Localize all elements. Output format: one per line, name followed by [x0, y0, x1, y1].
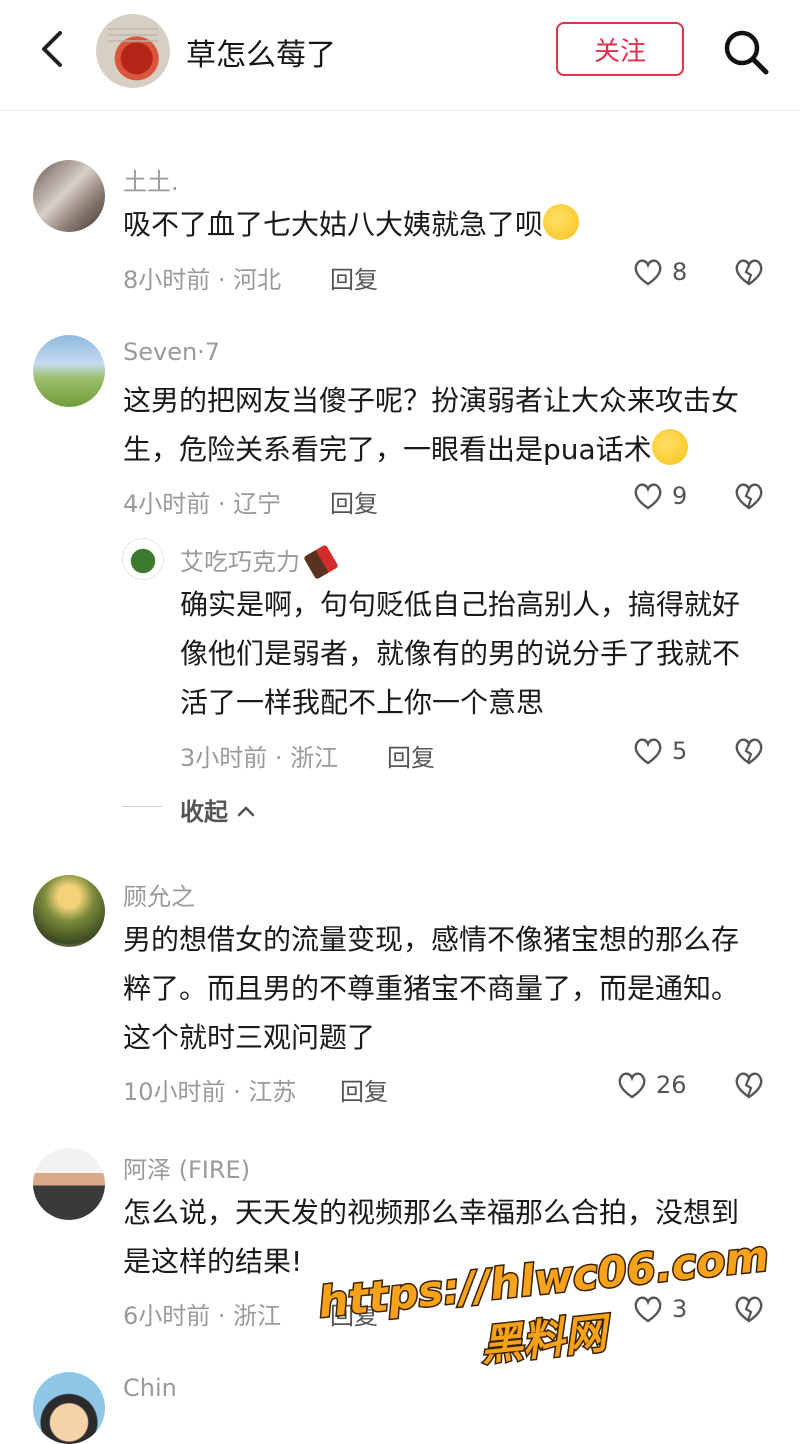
comment-username[interactable]: 阿泽 (FIRE)	[123, 1150, 250, 1185]
comment-username[interactable]: 顾允之	[123, 877, 195, 912]
comment-meta: 3小时前 · 浙江	[180, 744, 339, 772]
avatar[interactable]	[33, 160, 105, 232]
username-text: 艾吃巧克力	[180, 548, 300, 576]
author-name[interactable]: 草怎么莓了	[186, 30, 336, 74]
avatar[interactable]	[33, 875, 105, 947]
comment-text-content: 吸不了血了七大姑八大姨就急了呗	[123, 208, 544, 241]
author-avatar[interactable]	[96, 14, 170, 88]
comment-username[interactable]: 土土.	[123, 162, 179, 197]
like-button[interactable]: 9	[632, 480, 687, 512]
reply-button[interactable]: 回复	[330, 260, 378, 295]
broken-heart-icon	[735, 483, 763, 510]
dislike-button[interactable]	[733, 256, 765, 292]
search-icon	[724, 30, 769, 75]
comment-text: 确实是啊，句句贬低自己抬高别人，搞得就好像他们是弱者，就像有的男的说分手了我就不…	[180, 588, 741, 719]
avatar[interactable]	[33, 335, 105, 407]
collapse-replies-button[interactable]: 收起	[180, 792, 256, 827]
reply-button[interactable]: 回复	[387, 738, 435, 773]
search-button[interactable]	[720, 26, 772, 78]
broken-heart-icon	[735, 738, 763, 765]
dislike-button[interactable]	[733, 480, 765, 516]
broken-heart-icon	[735, 259, 763, 286]
heart-icon	[634, 483, 662, 510]
dislike-button[interactable]	[733, 1069, 765, 1105]
dislike-button[interactable]	[733, 735, 765, 771]
like-button[interactable]: 5	[632, 735, 687, 767]
comment-username[interactable]: Chin	[123, 1374, 177, 1402]
comment-meta: 6小时前 · 浙江	[123, 1302, 282, 1330]
comment-username[interactable]: 艾吃巧克力	[180, 542, 339, 580]
comment-text: 吸不了血了七大姑八大姨就急了呗	[123, 200, 763, 249]
heart-icon	[634, 738, 662, 765]
avatar[interactable]	[33, 1148, 105, 1220]
chocolate-emoji-icon	[302, 544, 339, 580]
comment-text-content: 这男的把网友当傻子呢？扮演弱者让大众来攻击女生，危险关系看完了，一眼看出是pua…	[123, 384, 740, 466]
like-count: 9	[672, 482, 688, 510]
back-button[interactable]	[30, 27, 74, 71]
comment-meta: 10小时前 · 江苏	[123, 1078, 297, 1106]
collapse-label: 收起	[180, 798, 228, 826]
grimacing-sweat-emoji-icon	[651, 429, 688, 465]
thinking-face-emoji-icon	[543, 204, 580, 240]
avatar[interactable]	[33, 1372, 105, 1444]
heart-icon	[634, 259, 662, 286]
comment-username[interactable]: Seven·7	[123, 338, 220, 366]
like-count: 26	[656, 1071, 687, 1099]
like-count: 5	[672, 737, 688, 765]
chevron-left-icon	[42, 31, 62, 67]
like-button[interactable]: 8	[632, 256, 687, 288]
follow-button[interactable]: 关注	[556, 22, 684, 76]
broken-heart-icon	[735, 1072, 763, 1099]
like-button[interactable]: 26	[616, 1069, 687, 1101]
comment-text: 这男的把网友当傻子呢？扮演弱者让大众来攻击女生，危险关系看完了，一眼看出是pua…	[123, 376, 763, 474]
reply-button[interactable]: 回复	[330, 484, 378, 519]
avatar[interactable]	[122, 538, 164, 580]
comment-meta: 8小时前 · 河北	[123, 266, 282, 294]
comment-text: 男的想借女的流量变现，感情不像猪宝想的那么存粹了。而且男的不尊重猪宝不商量了，而…	[123, 923, 740, 1054]
divider	[122, 806, 162, 807]
top-bar: 草怎么莓了 关注	[0, 0, 800, 111]
chevron-up-icon	[238, 806, 255, 817]
comment-meta: 4小时前 · 辽宁	[123, 490, 282, 518]
like-count: 8	[672, 258, 688, 286]
heart-icon	[618, 1072, 646, 1099]
reply-button[interactable]: 回复	[340, 1072, 388, 1107]
